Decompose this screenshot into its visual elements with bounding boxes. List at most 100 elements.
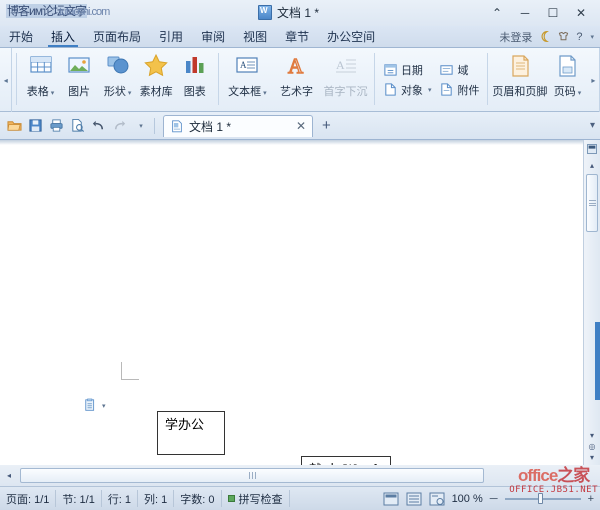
object-chevron-down-icon[interactable]: ▾ [428, 86, 432, 94]
vertical-scroll-thumb[interactable] [586, 174, 598, 232]
outline-view-icon[interactable] [406, 492, 422, 506]
zoom-out-button[interactable]: ─ [490, 493, 498, 505]
page-margin-corner-marker [121, 362, 139, 380]
status-spellcheck-label: 拼写检查 [238, 493, 283, 506]
document-canvas[interactable]: ▾ 学办公 就 上 Word 联盟！ [0, 140, 600, 465]
tab-page-layout[interactable]: 页面布局 [84, 26, 150, 47]
status-section[interactable]: 节: 1/1 [56, 490, 102, 507]
status-column[interactable]: 列: 1 [138, 490, 175, 507]
status-page[interactable]: 页面: 1/1 [0, 490, 57, 507]
tab-references[interactable]: 引用 [150, 26, 192, 47]
moon-icon[interactable] [538, 30, 551, 43]
help-chevron-down-icon[interactable]: ▾ [590, 33, 594, 41]
field-icon [440, 65, 454, 75]
qat-separator [154, 117, 155, 134]
ribbon-item-header-footer-label: 页眉和页脚 [492, 86, 548, 98]
previous-page-button[interactable]: ▾ [590, 432, 594, 440]
save-button[interactable] [25, 116, 45, 136]
ribbon-item-page-number[interactable]: 页码 ▾ [547, 48, 587, 108]
ribbon-item-table-label: 表格 [26, 86, 49, 98]
document-tab-title: 文档 1 * [189, 119, 232, 134]
zoom-slider-knob[interactable] [537, 493, 543, 504]
paste-options-chevron-down-icon[interactable]: ▾ [102, 402, 106, 410]
ribbon-item-picture[interactable]: 图片 [60, 48, 99, 108]
zoom-slider[interactable] [504, 492, 581, 506]
zoom-slider-track [504, 497, 581, 500]
ribbon-item-material-library[interactable]: 素材库 [137, 48, 176, 108]
scroll-thumb-grip [588, 199, 596, 208]
ribbon-item-header-footer[interactable]: 页眉和页脚 [492, 48, 547, 108]
shapes-icon [107, 56, 129, 74]
ribbon-item-text-box[interactable]: A 文本框 ▾ [223, 48, 272, 108]
split-view-button[interactable] [584, 140, 600, 157]
ribbon-separator [487, 53, 489, 105]
scroll-up-button[interactable]: ▴ [584, 157, 600, 173]
redo-button[interactable] [109, 116, 129, 136]
scroll-left-button[interactable]: ◂ [2, 471, 16, 480]
undo-arrow-icon [92, 120, 103, 130]
paste-options-smart-tag[interactable]: ▾ [84, 398, 106, 413]
document-tab-close-icon[interactable]: ✕ [296, 119, 306, 133]
vertical-scrollbar[interactable]: ▴ ▾ ◎ ▾ [583, 140, 600, 465]
open-file-button[interactable] [4, 116, 24, 136]
ribbon-item-date[interactable]: 日期 [379, 60, 436, 80]
restore-up-button[interactable]: ⌃ [484, 3, 510, 23]
tab-start[interactable]: 开始 [0, 26, 42, 47]
print-preview-button[interactable] [67, 116, 87, 136]
tab-office-space[interactable]: 办公空间 [318, 26, 384, 47]
customize-qat-button[interactable]: ▾ [130, 116, 150, 136]
ribbon-item-chart-label: 图表 [183, 86, 206, 98]
ribbon-item-field[interactable]: 域 [435, 60, 483, 80]
tab-insert[interactable]: 插入 [42, 26, 84, 47]
ribbon-item-shapes[interactable]: 形状 ▾ [98, 48, 137, 108]
ribbon-collapse-button[interactable]: ◂ [0, 48, 13, 112]
horizontal-scrollbar[interactable]: ◂ [0, 465, 600, 486]
page-view-icon[interactable] [383, 492, 399, 506]
help-button[interactable]: ? [576, 31, 582, 43]
ribbon-insert-panel: ◂ 表格 ▾ 图片 形状 ▾ 素材库 图表 A 文本框 ▾ A 艺术字 A 首字… [0, 48, 600, 112]
zoom-level-label[interactable]: 100 % [452, 493, 483, 505]
ribbon-item-text-box-label: 文本框 [228, 86, 262, 98]
maximize-button[interactable]: ☐ [540, 3, 566, 23]
tab-view[interactable]: 视图 [234, 26, 276, 47]
menubar-right-area: 未登录 ? ▾ [499, 26, 600, 47]
ribbon-item-table[interactable]: 表格 ▾ [21, 48, 60, 108]
qat-overflow-icon[interactable]: ▾ [590, 120, 600, 131]
ribbon-item-object[interactable]: 对象 ▾ [379, 80, 436, 100]
horizontal-scroll-thumb[interactable] [20, 468, 484, 483]
chart-icon [185, 57, 204, 73]
status-word-count[interactable]: 字数: 0 [174, 490, 222, 507]
text-box-2[interactable]: 就 上 Word 联盟！ [301, 456, 391, 465]
minimize-button[interactable]: ─ [512, 3, 538, 23]
tab-chapter[interactable]: 章节 [276, 26, 318, 47]
status-spellcheck[interactable]: 拼写检查 [222, 490, 290, 507]
ribbon-item-drop-cap: A 首字下沉 [321, 48, 370, 108]
ribbon-item-drop-cap-label: 首字下沉 [323, 86, 368, 98]
web-view-icon[interactable] [429, 492, 445, 506]
header-footer-icon [512, 55, 529, 77]
picture-icon [68, 57, 90, 73]
chevron-down-icon: ▾ [139, 122, 143, 130]
printer-icon [49, 119, 63, 132]
tab-review[interactable]: 审阅 [192, 26, 234, 47]
print-button[interactable] [46, 116, 66, 136]
open-folder-icon [6, 121, 22, 131]
shirt-icon[interactable] [557, 30, 570, 43]
new-document-tab-button[interactable]: + [322, 117, 331, 134]
undo-button[interactable] [88, 116, 108, 136]
account-status-label[interactable]: 未登录 [499, 29, 532, 45]
next-page-button[interactable]: ▾ [590, 454, 594, 462]
ribbon-item-shapes-label: 形状 [103, 86, 126, 98]
zoom-in-button[interactable]: + [588, 493, 594, 505]
select-browse-object-button[interactable]: ◎ [589, 443, 596, 451]
close-button[interactable]: ✕ [568, 3, 594, 23]
ribbon-item-chart[interactable]: 图表 [175, 48, 214, 108]
ribbon-overflow-button[interactable]: ▸ [588, 48, 600, 112]
status-row[interactable]: 行: 1 [102, 490, 139, 507]
ribbon-item-attachment-label: 附件 [457, 84, 480, 97]
ribbon-item-word-art[interactable]: A 艺术字 [272, 48, 321, 108]
text-box-1[interactable]: 学办公 [157, 411, 225, 455]
document-tab[interactable]: 文档 1 * ✕ [163, 114, 313, 137]
ribbon-group-date-object: 日期 对象 ▾ [379, 48, 436, 108]
ribbon-item-attachment[interactable]: 附件 [435, 80, 483, 100]
